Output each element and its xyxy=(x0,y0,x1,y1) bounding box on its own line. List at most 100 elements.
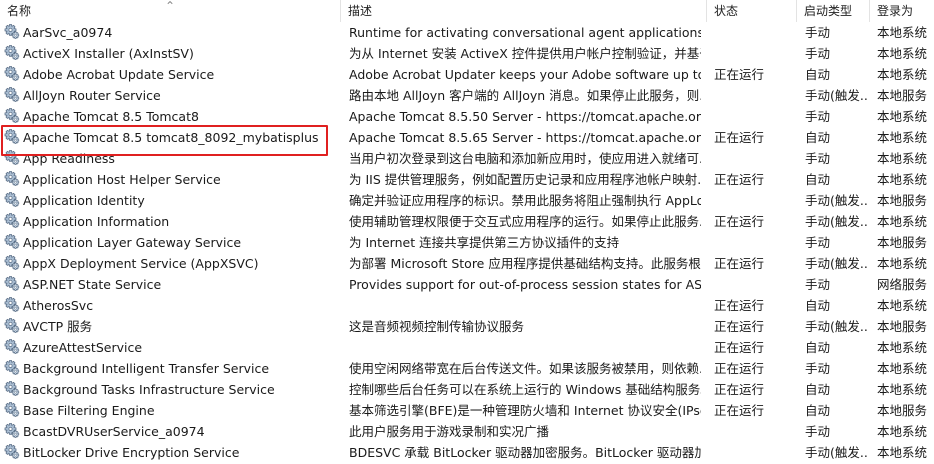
gear-icon xyxy=(4,66,20,81)
service-description: Apache Tomcat 8.5.65 Server - https://to… xyxy=(349,130,701,145)
table-row[interactable]: AarSvc_a0974 Runtime for activating conv… xyxy=(0,22,934,43)
service-startup-type: 自动 xyxy=(805,340,831,355)
service-description: 当用户初次登录到这台电脑和添加新应用时，使应用进入就绪可... xyxy=(349,151,701,166)
service-logon-as: 本地系统 xyxy=(877,256,928,271)
service-status: 正在运行 xyxy=(714,172,765,187)
table-row[interactable]: ASP.NET State Service Provides support f… xyxy=(0,274,934,295)
column-header-logon-as[interactable]: 登录为 xyxy=(870,0,934,22)
service-status: 正在运行 xyxy=(714,319,765,334)
service-startup-type: 手动 xyxy=(805,151,831,166)
service-name: AarSvc_a0974 xyxy=(23,25,113,40)
service-status: 正在运行 xyxy=(714,214,765,229)
service-status: 正在运行 xyxy=(714,67,765,82)
table-row[interactable]: Application Layer Gateway Service 为 Inte… xyxy=(0,232,934,253)
gear-icon xyxy=(4,402,20,417)
service-status xyxy=(714,190,794,211)
gear-icon xyxy=(4,24,20,39)
service-name: AzureAttestService xyxy=(23,340,143,355)
table-row[interactable]: AppX Deployment Service (AppXSVC) 为部署 Mi… xyxy=(0,253,934,274)
table-row[interactable]: Apache Tomcat 8.5 Tomcat8 Apache Tomcat … xyxy=(0,106,934,127)
gear-icon xyxy=(4,297,20,312)
service-startup-type: 手动 xyxy=(805,25,831,40)
service-logon-as: 本地服务 xyxy=(877,319,928,334)
service-description: 这是音频视频控制传输协议服务 xyxy=(349,319,525,334)
service-name-cell: Application Information xyxy=(4,211,340,232)
service-description: 为部署 Microsoft Store 应用程序提供基础结构支持。此服务根... xyxy=(349,256,701,271)
table-row[interactable]: BitLocker Drive Encryption Service BDESV… xyxy=(0,442,934,463)
table-row[interactable]: Application Identity 确定并验证应用程序的标识。禁用此服务将… xyxy=(0,190,934,211)
service-description: 使用空闲网络带宽在后台传送文件。如果该服务被禁用，则依赖... xyxy=(349,361,701,376)
service-logon-as: 网络服务 xyxy=(877,277,928,292)
column-header-status[interactable]: 状态 xyxy=(707,0,797,22)
service-status xyxy=(714,274,794,295)
service-startup-type: 手动 xyxy=(805,424,831,439)
service-startup-type: 自动 xyxy=(805,67,831,82)
service-name: App Readiness xyxy=(23,151,115,166)
service-startup-type: 手动(触发... xyxy=(805,256,869,271)
service-name: Apache Tomcat 8.5 tomcat8_8092_mybatispl… xyxy=(23,130,319,145)
service-startup-type: 手动 xyxy=(805,46,831,61)
table-row[interactable]: ActiveX Installer (AxInstSV) 为从 Internet… xyxy=(0,43,934,64)
table-row[interactable]: Apache Tomcat 8.5 tomcat8_8092_mybatispl… xyxy=(0,127,934,148)
service-status: 正在运行 xyxy=(714,403,765,418)
table-row[interactable]: Base Filtering Engine 基本筛选引擎(BFE)是一种管理防火… xyxy=(0,400,934,421)
service-status: 正在运行 xyxy=(714,382,765,397)
service-name-cell: Apache Tomcat 8.5 Tomcat8 xyxy=(4,106,340,127)
service-description xyxy=(349,295,701,316)
column-header-name[interactable]: 名称 ⌃ xyxy=(0,0,341,22)
table-row[interactable]: AllJoyn Router Service 路由本地 AllJoyn 客户端的… xyxy=(0,85,934,106)
column-header-description[interactable]: 描述 xyxy=(341,0,707,22)
table-row[interactable]: Background Tasks Infrastructure Service … xyxy=(0,379,934,400)
table-row[interactable]: Adobe Acrobat Update Service Adobe Acrob… xyxy=(0,64,934,85)
service-logon-as: 本地系统 xyxy=(877,214,928,229)
service-logon-as: 本地服务 xyxy=(877,235,928,250)
service-description: 基本筛选引擎(BFE)是一种管理防火墙和 Internet 协议安全(IPsec… xyxy=(349,403,701,418)
table-row[interactable]: Background Intelligent Transfer Service … xyxy=(0,358,934,379)
table-row[interactable]: Application Information 使用辅助管理权限便于交互式应用程… xyxy=(0,211,934,232)
table-row[interactable]: App Readiness 当用户初次登录到这台电脑和添加新应用时，使应用进入就… xyxy=(0,148,934,169)
column-header-startup-type[interactable]: 启动类型 xyxy=(797,0,870,22)
service-status xyxy=(714,106,794,127)
service-name-cell: BitLocker Drive Encryption Service xyxy=(4,442,340,463)
service-name: Background Intelligent Transfer Service xyxy=(23,361,270,376)
gear-icon xyxy=(4,423,20,438)
service-logon-as: 本地系统 xyxy=(877,298,928,313)
service-startup-type: 自动 xyxy=(805,382,831,397)
service-name-cell: BcastDVRUserService_a0974 xyxy=(4,421,340,442)
service-name-cell: AppX Deployment Service (AppXSVC) xyxy=(4,253,340,274)
service-name: AVCTP 服务 xyxy=(23,319,93,334)
gear-icon xyxy=(4,192,20,207)
service-description xyxy=(349,337,701,358)
service-name: Application Layer Gateway Service xyxy=(23,235,242,250)
service-startup-type: 自动 xyxy=(805,403,831,418)
service-name-cell: AtherosSvc xyxy=(4,295,340,316)
service-name-cell: Background Intelligent Transfer Service xyxy=(4,358,340,379)
service-startup-type: 自动 xyxy=(805,130,831,145)
gear-icon xyxy=(4,108,20,123)
service-name: Application Host Helper Service xyxy=(23,172,221,187)
service-name: AllJoyn Router Service xyxy=(23,88,161,103)
service-logon-as: 本地系统 xyxy=(877,445,928,460)
table-row[interactable]: BcastDVRUserService_a0974 此用户服务用于游戏录制和实况… xyxy=(0,421,934,442)
service-name: Apache Tomcat 8.5 Tomcat8 xyxy=(23,109,199,124)
service-logon-as: 本地服务 xyxy=(877,403,928,418)
service-name-cell: Application Host Helper Service xyxy=(4,169,340,190)
service-status: 正在运行 xyxy=(714,361,765,376)
table-row[interactable]: AzureAttestService 正在运行 自动 本地系统 xyxy=(0,337,934,358)
service-description: 控制哪些后台任务可以在系统上运行的 Windows 基础结构服务。 xyxy=(349,382,701,397)
service-name: BitLocker Drive Encryption Service xyxy=(23,445,240,460)
service-status xyxy=(714,22,794,43)
gear-icon xyxy=(4,150,20,165)
service-logon-as: 本地系统 xyxy=(877,130,928,145)
table-row[interactable]: AtherosSvc 正在运行 自动 本地系统 xyxy=(0,295,934,316)
service-logon-as: 本地系统 xyxy=(877,151,928,166)
service-status xyxy=(714,148,794,169)
gear-icon xyxy=(4,45,20,60)
table-row[interactable]: Application Host Helper Service 为 IIS 提供… xyxy=(0,169,934,190)
service-startup-type: 手动(触发... xyxy=(805,445,869,460)
service-status xyxy=(714,85,794,106)
service-description: Provides support for out-of-process sess… xyxy=(349,277,701,292)
service-logon-as: 本地系统 xyxy=(877,340,928,355)
service-name: ASP.NET State Service xyxy=(23,277,162,292)
table-row[interactable]: AVCTP 服务 这是音频视频控制传输协议服务 正在运行 手动(触发... 本地… xyxy=(0,316,934,337)
